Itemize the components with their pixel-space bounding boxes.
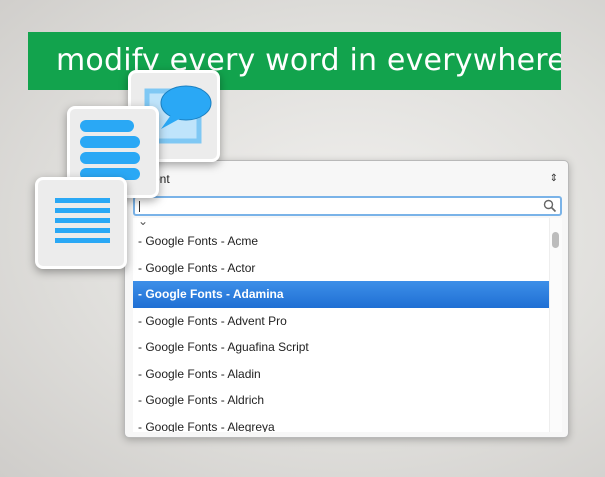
lines-list-icon bbox=[55, 198, 110, 243]
font-option[interactable]: - Google Fonts - Actor bbox=[133, 255, 550, 282]
font-option[interactable]: - Google Fonts - Acme bbox=[133, 228, 550, 255]
font-option[interactable]: - Google Fonts - Aldrich bbox=[133, 387, 550, 414]
list-scrollbar[interactable] bbox=[549, 218, 562, 432]
font-option[interactable]: - Google Fonts - Aguafina Script bbox=[133, 334, 550, 361]
text-caret bbox=[139, 201, 140, 212]
font-picker-panel: t Font ⇕ ⌄ - Google Fonts - Acme - Googl… bbox=[124, 160, 569, 438]
updown-arrows-icon: ⇕ bbox=[549, 173, 558, 184]
promo-banner: modify every word in everywhere bbox=[28, 32, 561, 90]
lines-list-tile bbox=[35, 177, 127, 269]
list-item-partial: ⌄ bbox=[138, 218, 149, 228]
font-search-input[interactable] bbox=[133, 196, 562, 216]
scrollbar-thumb[interactable] bbox=[552, 232, 559, 248]
font-option[interactable]: - Google Fonts - Aladin bbox=[133, 361, 550, 388]
font-option[interactable]: - Google Fonts - Advent Pro bbox=[133, 308, 550, 335]
font-select[interactable]: t Font ⇕ bbox=[131, 167, 562, 191]
font-options-list[interactable]: ⌄ - Google Fonts - Acme - Google Fonts -… bbox=[133, 218, 550, 432]
font-option-selected[interactable]: - Google Fonts - Adamina bbox=[133, 281, 550, 308]
search-icon bbox=[543, 199, 557, 213]
font-option[interactable]: - Google Fonts - Alegreya bbox=[133, 414, 550, 433]
